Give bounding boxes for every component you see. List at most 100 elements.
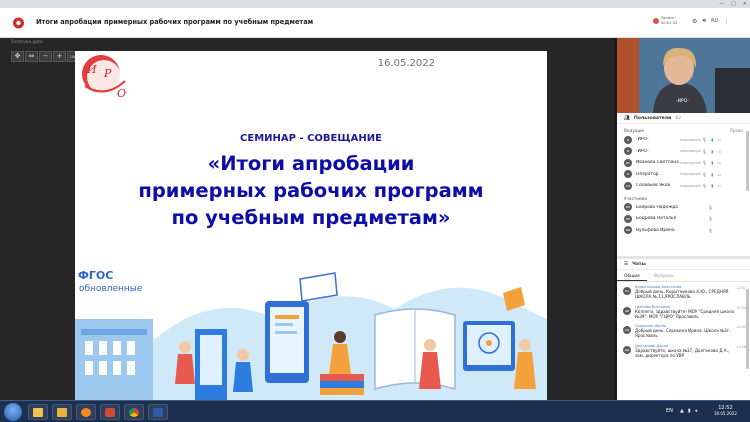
svg-text:Р: Р — [103, 67, 112, 80]
user-role: модерация — [680, 137, 702, 142]
message-text: Коллеги, здравствуйте! МОУ "Средняя школ… — [635, 308, 735, 319]
start-button[interactable] — [4, 403, 22, 421]
volume-icon[interactable]: ◂ — [695, 408, 698, 414]
host-row[interactable]: СЯ Соловьев Яков модерация 🎙︎ ▮ ▭ — [617, 180, 750, 192]
word-icon — [153, 408, 163, 417]
avatar: КА — [623, 287, 631, 295]
camera-icon[interactable]: ▮ — [711, 149, 713, 154]
window-controls: — □ ✕ — [719, 1, 747, 7]
system-clock[interactable]: 12:52 19.05.2022 — [714, 405, 737, 416]
taskbar-chrome[interactable] — [124, 404, 144, 420]
screen-share-icon[interactable]: ▭ — [717, 149, 721, 154]
language-selector[interactable]: RU — [711, 18, 718, 24]
folder-icon — [57, 408, 67, 417]
record-icon — [653, 17, 659, 24]
message-text: Добрый день. Сорокина Ирина. Школа №3г. … — [635, 328, 731, 339]
app-logo-icon[interactable] — [12, 17, 25, 29]
taskbar-media-player[interactable] — [76, 404, 96, 420]
microphone-icon[interactable]: 🎙︎ — [702, 137, 707, 142]
close-icon[interactable]: ✕ — [743, 1, 747, 7]
screen-share-icon[interactable]: ▭ — [717, 172, 721, 177]
taskbar-media[interactable] — [100, 404, 120, 420]
gear-icon[interactable]: ⚙ — [692, 18, 697, 25]
microphone-icon[interactable]: 🎙︎ — [702, 172, 707, 177]
fit-icon[interactable]: ⇔ — [25, 51, 38, 62]
camera-icon[interactable]: ▮ — [711, 172, 713, 177]
taskbar-word[interactable] — [148, 404, 168, 420]
chat-message: СИ Сорокина Ирина Добрый день. Сорокина … — [617, 321, 750, 341]
taskbar-folder[interactable] — [52, 404, 72, 420]
microphone-icon[interactable]: 🎙︎ — [702, 160, 707, 165]
message-time: 12:06 — [736, 344, 746, 349]
iro-logo: И Р О — [82, 55, 126, 100]
microphone-icon[interactable]: 🎙︎ — [708, 228, 713, 233]
avatar: БН — [624, 203, 632, 212]
host-row[interactable]: О Оператор модерация 🎙︎ ▮ ▭ — [617, 169, 750, 181]
headline-line-2: примерных рабочих программ — [138, 179, 484, 202]
participant-row[interactable]: БИ Вульфова Ирина 🎙︎ — [617, 225, 750, 237]
camera-icon[interactable]: ▮ — [711, 183, 713, 188]
video-participant-name: -ИРО- — [676, 99, 689, 104]
user-name: Иванова Светлана — [636, 160, 679, 166]
screen-share-icon[interactable]: ▭ — [717, 160, 721, 165]
hosts-label: Ведущие — [624, 128, 645, 133]
zoom-out-button[interactable]: − — [39, 51, 52, 62]
hosts-group-header: Ведущие Права — [617, 124, 750, 134]
microphone-icon[interactable]: 🎙︎ — [702, 149, 707, 154]
participant-row[interactable]: БН Бодрова Наталья 🎙︎ — [617, 213, 750, 225]
users-scrollbar[interactable] — [746, 131, 749, 191]
user-name: -ИРО- — [636, 137, 649, 143]
chats-panel-header[interactable]: ☰ Чаты — [617, 259, 750, 270]
recording-indicator[interactable]: Запись 00:01:33 — [653, 16, 677, 25]
minimize-icon[interactable]: — — [719, 1, 724, 7]
chat-scrollbar[interactable] — [746, 289, 749, 369]
presentation-file-name: Ssstavka.pptx — [11, 40, 43, 45]
headline-line-1: «Итоги апробации — [207, 152, 415, 175]
microphone-icon[interactable]: 🎙︎ — [708, 216, 713, 221]
video-tile[interactable]: -ИРО- — [617, 38, 750, 113]
zoom-in-button[interactable]: + — [53, 51, 66, 62]
participant-row[interactable]: БН Баярова Надежда 🎙︎ — [617, 202, 750, 214]
menu-icon[interactable]: ⋮ — [723, 18, 729, 25]
rights-label: Права — [729, 128, 743, 133]
recording-time: 00:01:33 — [661, 20, 678, 25]
camera-icon[interactable]: ▮ — [711, 160, 713, 165]
page-title: Итоги апробации примерных рабочих програ… — [36, 18, 314, 26]
user-role: модерация — [680, 172, 702, 177]
avatar: СИ — [623, 326, 631, 335]
input-language[interactable]: EN — [666, 408, 673, 414]
host-row[interactable]: ИС Иванова Светлана модерация 🎙︎ ▮ ▭ — [617, 157, 750, 169]
microphone-icon[interactable]: 🎙︎ — [702, 183, 707, 188]
users-panel: 👥︎ Пользователи 62 Ведущие Права И -ИРО-… — [617, 113, 750, 256]
user-name: Баярова Надежда — [636, 204, 678, 210]
screen-share-icon[interactable]: ▭ — [717, 137, 721, 142]
presentation-slide: И Р О 16.05.2022 СЕМИНАР - СОВЕЩАНИЕ «Ит… — [75, 51, 547, 400]
avatar: ИС — [624, 158, 632, 167]
users-icon: 👥︎ — [624, 115, 630, 121]
tab-general[interactable]: Общие — [617, 270, 647, 281]
avatar: БН — [624, 214, 632, 223]
avatar: ДД — [623, 345, 631, 354]
screen-share-icon[interactable]: ▭ — [717, 183, 721, 188]
maximize-icon[interactable]: □ — [731, 1, 736, 7]
avatar: И — [624, 135, 632, 144]
microphone-icon[interactable]: 🎙︎ — [708, 205, 713, 210]
taskbar-explorer[interactable] — [28, 404, 48, 420]
users-panel-header[interactable]: 👥︎ Пользователи 62 — [617, 113, 750, 124]
browser-title-bar: — □ ✕ — [0, 0, 750, 8]
camera-icon[interactable]: ▮ — [711, 137, 713, 142]
app-header: Итоги апробации примерных рабочих програ… — [0, 8, 750, 38]
user-role: модерация — [680, 183, 702, 188]
taskbar: EN ▲ ▮ ◂ 12:52 19.05.2022 — [0, 400, 750, 422]
host-row[interactable]: И -ИРО- модерация 🎙︎ ▮ ▭ — [617, 146, 750, 158]
network-icon[interactable]: ▮ — [688, 408, 691, 414]
avatar: О — [624, 170, 632, 179]
fgos-subtitle: обновленные — [79, 284, 143, 294]
tab-questions[interactable]: Вопросы — [647, 270, 681, 281]
folder-icon — [33, 408, 43, 417]
move-icon[interactable]: ✥ — [11, 51, 24, 62]
host-row[interactable]: И -ИРО- модерация 🎙︎ ▮ ▭ — [617, 134, 750, 146]
chevron-up-icon[interactable]: ▲ — [680, 408, 684, 414]
speaker-icon[interactable]: 🔊︎ — [702, 17, 706, 25]
chat-message: ЦВ Цветова Виктория Коллеги, здравствуйт… — [617, 302, 750, 322]
